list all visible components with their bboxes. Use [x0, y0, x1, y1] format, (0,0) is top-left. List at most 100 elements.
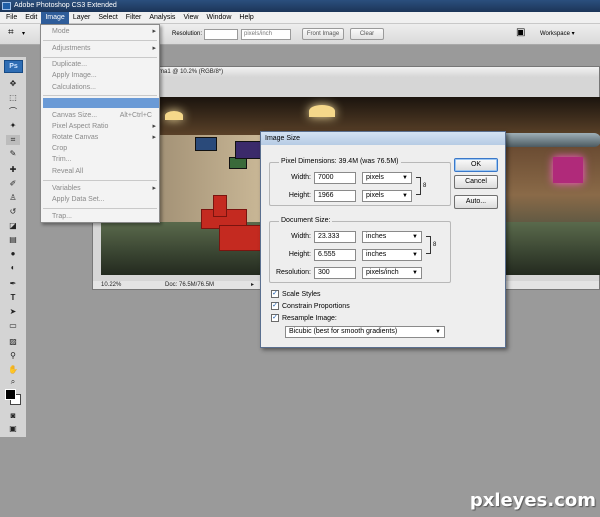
- image-menu-dropdown: Mode ▸ Adjustments ▸ Duplicate... Apply Im…: [40, 24, 160, 223]
- menu-item-apply-data-set[interactable]: Apply Data Set...: [52, 195, 158, 205]
- menu-item-duplicate[interactable]: Duplicate...: [52, 60, 158, 70]
- submenu-arrow-icon: ▸: [152, 28, 156, 35]
- screen-mode-icon[interactable]: ▣: [6, 424, 20, 434]
- lasso-tool-icon[interactable]: ⌒: [6, 107, 20, 117]
- menu-item-trim[interactable]: Trim...: [52, 155, 158, 165]
- menu-analysis[interactable]: Analysis: [145, 12, 179, 24]
- eraser-icon[interactable]: ◪: [6, 221, 20, 231]
- resample-image-label: Resample Image:: [282, 315, 337, 322]
- tool-preset-chevron-icon[interactable]: ▾: [22, 29, 25, 40]
- workspace-button[interactable]: Workspace ▾: [540, 29, 575, 40]
- menu-item-rotate-canvas[interactable]: Rotate Canvas ▸: [52, 133, 158, 143]
- dialog-title[interactable]: Image Size: [261, 132, 505, 145]
- menu-file[interactable]: File: [2, 12, 21, 24]
- eyedropper-tool-icon[interactable]: ⚲: [6, 351, 20, 361]
- ps-logo: Ps: [4, 60, 23, 73]
- resample-image-checkbox[interactable]: ✓: [271, 314, 279, 322]
- cancel-button[interactable]: Cancel: [454, 175, 498, 189]
- submenu-arrow-icon: ▸: [152, 134, 156, 141]
- menu-layer[interactable]: Layer: [69, 12, 95, 24]
- constrain-proportions-checkbox[interactable]: ✓: [271, 302, 279, 310]
- menu-image[interactable]: Image: [41, 11, 69, 24]
- menu-select[interactable]: Select: [94, 12, 121, 24]
- menu-separator: [43, 208, 157, 209]
- menu-item-pixel-aspect-ratio[interactable]: Pixel Aspect Ratio ▸: [52, 122, 158, 132]
- menu-item-canvas-size[interactable]: Canvas Size... Alt+Ctrl+C: [52, 111, 158, 121]
- menu-item-trap[interactable]: Trap...: [52, 212, 158, 222]
- auto-button[interactable]: Auto...: [454, 195, 498, 209]
- pixel-height-input[interactable]: 1966: [314, 190, 356, 202]
- pen-tool-icon[interactable]: ✒: [6, 279, 20, 289]
- resolution-input[interactable]: 300: [314, 267, 356, 279]
- document-tab[interactable]: ma1 @ 10.2% (RGB/8*): [93, 67, 599, 77]
- healing-brush-icon[interactable]: ✚: [6, 165, 20, 175]
- crop-tool-icon[interactable]: ⌗: [6, 135, 20, 145]
- menu-item-mode[interactable]: Mode ▸: [52, 27, 158, 37]
- resolution-label: Resolution:: [172, 31, 203, 37]
- menu-edit[interactable]: Edit: [21, 12, 41, 24]
- menu-separator: [43, 40, 157, 41]
- chain-link-icon: 8: [423, 183, 427, 189]
- doc-height-unit-select[interactable]: inches ▼: [362, 249, 422, 261]
- type-tool-icon[interactable]: T: [6, 293, 20, 303]
- pixel-height-unit-select[interactable]: pixels ▼: [362, 190, 412, 202]
- menu-filter[interactable]: Filter: [122, 12, 146, 24]
- constrain-proportions-label: Constrain Proportions: [282, 303, 350, 310]
- menu-help[interactable]: Help: [235, 12, 257, 24]
- blur-tool-icon[interactable]: ●: [6, 249, 20, 259]
- pixel-width-input[interactable]: 7000: [314, 172, 356, 184]
- scale-styles-label: Scale Styles: [282, 291, 321, 298]
- resolution-unit-select[interactable]: pixels/inch: [241, 29, 291, 40]
- resolution-unit-select[interactable]: pixels/inch ▼: [362, 267, 422, 279]
- canvas-lamp: [309, 105, 335, 117]
- doc-width-unit-select[interactable]: inches ▼: [362, 231, 422, 243]
- app-title-bar: Adobe Photoshop CS3 Extended: [0, 0, 600, 12]
- quick-mask-icon[interactable]: ◙: [6, 411, 20, 421]
- hand-tool-icon[interactable]: ✋: [6, 365, 20, 375]
- eyedropper-icon[interactable]: ✎: [6, 149, 20, 159]
- doc-size-info[interactable]: Doc: 76.5M/76.5M: [165, 281, 214, 289]
- dodge-tool-icon[interactable]: ◐: [6, 263, 20, 273]
- doc-width-input[interactable]: 23.333: [314, 231, 356, 243]
- move-tool-icon[interactable]: ✥: [6, 79, 20, 89]
- zoom-tool-icon[interactable]: ⌕: [6, 377, 20, 387]
- gradient-tool-icon[interactable]: ▤: [6, 235, 20, 245]
- workspace-icon[interactable]: ▣: [516, 27, 525, 38]
- front-image-button[interactable]: Front Image: [302, 28, 344, 40]
- clone-stamp-icon[interactable]: ♙: [6, 193, 20, 203]
- notes-tool-icon[interactable]: ▨: [6, 337, 20, 347]
- clear-button[interactable]: Clear: [350, 28, 384, 40]
- ok-button[interactable]: OK: [454, 158, 498, 172]
- magic-wand-icon[interactable]: ✦: [6, 121, 20, 131]
- pixel-link-bracket: [416, 177, 421, 195]
- menu-item-variables[interactable]: Variables ▸: [52, 184, 158, 194]
- chevron-down-icon: ▼: [412, 270, 418, 276]
- menu-highlight-image-size[interactable]: [43, 98, 159, 108]
- pixel-width-unit-select[interactable]: pixels ▼: [362, 172, 412, 184]
- history-brush-icon[interactable]: ↺: [6, 207, 20, 217]
- chevron-down-icon: ▼: [435, 329, 441, 335]
- menu-item-adjustments[interactable]: Adjustments ▸: [52, 44, 158, 54]
- foreground-color-swatch[interactable]: [5, 389, 16, 400]
- chevron-down-icon: ▼: [402, 175, 408, 181]
- resolution-label: Resolution:: [275, 269, 311, 276]
- resample-method-select[interactable]: Bicubic (best for smooth gradients) ▼: [285, 326, 445, 338]
- status-menu-arrow-icon[interactable]: ▸: [251, 281, 254, 289]
- menu-item-crop[interactable]: Crop: [52, 144, 158, 154]
- brush-tool-icon[interactable]: ✐: [6, 179, 20, 189]
- shape-tool-icon[interactable]: ▭: [6, 321, 20, 331]
- doc-height-label: Height:: [288, 251, 311, 258]
- menu-item-apply-image[interactable]: Apply Image...: [52, 71, 158, 81]
- chevron-down-icon: ▼: [412, 234, 418, 240]
- marquee-tool-icon[interactable]: ⬚: [6, 93, 20, 103]
- zoom-level[interactable]: 10.22%: [101, 281, 121, 289]
- doc-height-input[interactable]: 6.555: [314, 249, 356, 261]
- crop-tool-icon[interactable]: ⌗: [8, 27, 14, 38]
- path-selection-icon[interactable]: ➤: [6, 307, 20, 317]
- menu-item-reveal-all[interactable]: Reveal All: [52, 167, 158, 177]
- menu-window[interactable]: Window: [202, 12, 235, 24]
- scale-styles-checkbox[interactable]: ✓: [271, 290, 279, 298]
- menu-view[interactable]: View: [179, 12, 202, 24]
- resolution-input[interactable]: [204, 29, 238, 40]
- menu-item-calculations[interactable]: Calculations...: [52, 83, 158, 93]
